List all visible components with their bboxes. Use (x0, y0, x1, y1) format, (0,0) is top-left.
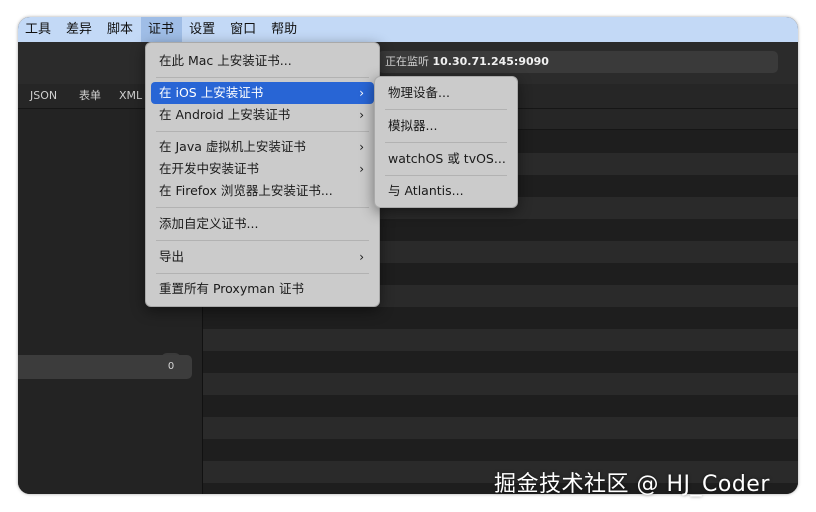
menu-scripting[interactable]: 脚本 (100, 17, 141, 42)
chevron-right-icon: › (359, 250, 364, 264)
watchos-tvos-item[interactable]: watchOS 或 tvOS... (380, 148, 512, 170)
menu-item-label: 在此 Mac 上安装证书... (159, 53, 292, 68)
app-window: 工具 差异 脚本 证书 设置 窗口 帮助 正在监听 10.30.71.245:9… (18, 17, 798, 494)
menu-item-label: 在开发中安装证书 (159, 161, 260, 176)
menu-item-label: 在 iOS 上安装证书 (159, 85, 264, 100)
menu-separator (156, 207, 369, 208)
watermark-text: 掘金技术社区 @ HJ_Coder (494, 472, 770, 497)
menu-tools[interactable]: 工具 (18, 17, 59, 42)
atlantis-item[interactable]: 与 Atlantis... (380, 180, 512, 202)
install-on-mac-item[interactable]: 在此 Mac 上安装证书... (151, 50, 374, 72)
certificate-menu: 在此 Mac 上安装证书... 在 iOS 上安装证书 › 在 Android … (145, 42, 380, 307)
ios-submenu: 物理设备... 模拟器... watchOS 或 tvOS... 与 Atlan… (374, 76, 518, 208)
simulator-item[interactable]: 模拟器... (380, 115, 512, 137)
install-on-firefox-item[interactable]: 在 Firefox 浏览器上安装证书... (151, 180, 374, 202)
menu-item-label: 重置所有 Proxyman 证书 (159, 281, 304, 296)
menu-item-label: 在 Android 上安装证书 (159, 107, 291, 122)
menu-separator (156, 131, 369, 132)
menu-separator (156, 273, 369, 274)
install-on-ios-item[interactable]: 在 iOS 上安装证书 › (151, 82, 374, 104)
install-on-android-item[interactable]: 在 Android 上安装证书 › (151, 104, 374, 126)
menu-separator (385, 142, 507, 143)
physical-device-item[interactable]: 物理设备... (380, 82, 512, 104)
menu-certificate[interactable]: 证书 (141, 17, 183, 42)
menu-window[interactable]: 窗口 (223, 17, 264, 42)
status-address: 10.30.71.245:9090 (432, 55, 549, 68)
menu-item-label: 模拟器... (388, 118, 438, 133)
menu-item-label: 导出 (159, 249, 185, 264)
menu-item-label: 在 Java 虚拟机上安装证书 (159, 139, 306, 154)
reset-certs-item[interactable]: 重置所有 Proxyman 证书 (151, 278, 374, 300)
list-row[interactable] (203, 417, 798, 439)
count-badge: 0 (167, 361, 175, 372)
menu-item-label: watchOS 或 tvOS... (388, 151, 506, 166)
add-custom-cert-item[interactable]: 添加自定义证书... (151, 213, 374, 235)
chevron-right-icon: › (359, 162, 364, 176)
menu-item-label: 添加自定义证书... (159, 216, 259, 231)
menu-separator (385, 109, 507, 110)
chevron-right-icon: › (359, 108, 364, 122)
install-in-dev-item[interactable]: 在开发中安装证书 › (151, 158, 374, 180)
menu-bar: 工具 差异 脚本 证书 设置 窗口 帮助 (18, 17, 798, 42)
menu-separator (156, 240, 369, 241)
menu-separator (385, 175, 507, 176)
export-item[interactable]: 导出 › (151, 246, 374, 268)
list-row[interactable] (203, 373, 798, 395)
menu-item-label: 物理设备... (388, 85, 450, 100)
menu-help[interactable]: 帮助 (264, 17, 305, 42)
menu-settings[interactable]: 设置 (182, 17, 223, 42)
tab-xml[interactable]: XML (119, 84, 142, 108)
menu-item-label: 与 Atlantis... (388, 183, 464, 198)
chevron-right-icon: › (359, 86, 364, 100)
menu-item-label: 在 Firefox 浏览器上安装证书... (159, 183, 333, 198)
chevron-right-icon: › (359, 140, 364, 154)
status-prefix: 正在监听 (385, 55, 429, 68)
menu-diff[interactable]: 差异 (59, 17, 100, 42)
list-row[interactable] (203, 329, 798, 351)
menu-separator (156, 77, 369, 78)
install-on-java-item[interactable]: 在 Java 虚拟机上安装证书 › (151, 136, 374, 158)
tab-form[interactable]: 表单 (79, 84, 101, 108)
tab-json[interactable]: JSON (30, 84, 57, 108)
listening-status: 正在监听 10.30.71.245:9090 (378, 51, 778, 73)
